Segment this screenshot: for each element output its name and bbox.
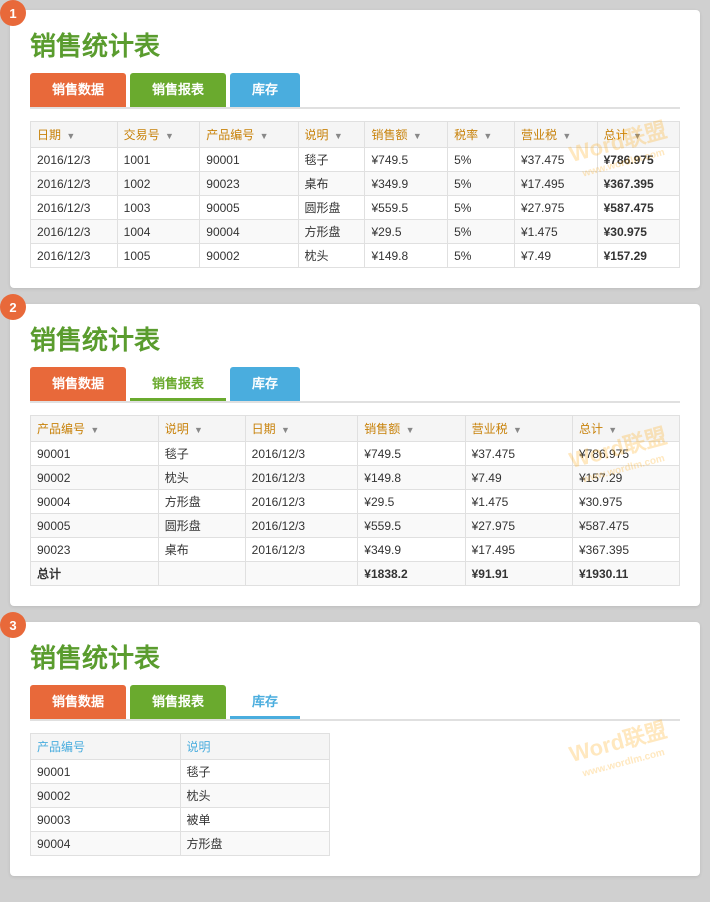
table-row: 2016/12/3100490004方形盘¥29.55%¥1.475¥30.97… <box>31 220 680 244</box>
dropdown-arrow[interactable]: ▼ <box>66 131 75 141</box>
table-row: 2016/12/3100390005圆形盘¥559.55%¥27.975¥587… <box>31 196 680 220</box>
col-prod: 产品编号 <box>31 734 181 760</box>
watermark-3: Word联盟 www.wordlm.com <box>567 716 674 782</box>
col-sales: 销售额 ▼ <box>358 416 465 442</box>
table-row: 90004方形盘 <box>31 832 330 856</box>
col-prod: 产品编号 ▼ <box>31 416 159 442</box>
section-1-tabs: 销售数据 销售报表 库存 <box>30 73 680 109</box>
dropdown-arrow[interactable]: ▼ <box>260 131 269 141</box>
section-1-table: 日期 ▼ 交易号 ▼ 产品编号 ▼ 说明 ▼ 销售额 ▼ 税率 ▼ 营业税 ▼ … <box>30 121 680 268</box>
col-total: 总计 ▼ <box>572 416 679 442</box>
dropdown-arrow[interactable]: ▼ <box>406 425 415 435</box>
watermark-line1: Word联盟 <box>567 717 670 767</box>
col-desc: 说明 ▼ <box>298 122 365 148</box>
col-date: 日期 ▼ <box>31 122 118 148</box>
tab-2-sales-report[interactable]: 销售报表 <box>130 367 226 401</box>
table-row: 90002枕头2016/12/3¥149.8¥7.49¥157.29 <box>31 466 680 490</box>
section-1: 1 销售统计表 销售数据 销售报表 库存 日期 ▼ 交易号 ▼ 产品编号 ▼ 说… <box>10 10 700 288</box>
section-3-table: 产品编号 说明 90001毯子 90002枕头 90003被单 90004方形盘 <box>30 733 330 856</box>
table-row: 2016/12/3100290023桌布¥349.95%¥17.495¥367.… <box>31 172 680 196</box>
section-2-tabs: 销售数据 销售报表 库存 <box>30 367 680 403</box>
section-2-title: 销售统计表 <box>30 320 680 357</box>
table-row: 90001毯子2016/12/3¥749.5¥37.475¥786.975 <box>31 442 680 466</box>
dropdown-arrow[interactable]: ▼ <box>413 131 422 141</box>
total-row: 总计¥1838.2¥91.91¥1930.11 <box>31 562 680 586</box>
tab-3-sales-data[interactable]: 销售数据 <box>30 685 126 719</box>
col-sales: 销售额 ▼ <box>365 122 448 148</box>
tab-2-sales-data[interactable]: 销售数据 <box>30 367 126 401</box>
section-3: 3 销售统计表 销售数据 销售报表 库存 产品编号 说明 90001毯子 900… <box>10 622 700 876</box>
section-2-table: 产品编号 ▼ 说明 ▼ 日期 ▼ 销售额 ▼ 营业税 ▼ 总计 ▼ 90001毯… <box>30 415 680 586</box>
col-date: 日期 ▼ <box>245 416 358 442</box>
table-row: 90004方形盘2016/12/3¥29.5¥1.475¥30.975 <box>31 490 680 514</box>
tab-1-sales-data[interactable]: 销售数据 <box>30 73 126 107</box>
watermark-line2: www.wordlm.com <box>574 744 674 782</box>
col-biz-tax: 营业税 ▼ <box>465 416 572 442</box>
table-row: 90001毯子 <box>31 760 330 784</box>
tab-2-inventory[interactable]: 库存 <box>230 367 300 401</box>
section-3-tabs: 销售数据 销售报表 库存 <box>30 685 680 721</box>
section-3-title: 销售统计表 <box>30 638 680 675</box>
section-number-2: 2 <box>0 294 26 320</box>
col-desc: 说明 <box>180 734 330 760</box>
col-total: 总计 ▼ <box>597 122 679 148</box>
dropdown-arrow[interactable]: ▼ <box>483 131 492 141</box>
dropdown-arrow[interactable]: ▼ <box>194 425 203 435</box>
tab-1-inventory[interactable]: 库存 <box>230 73 300 107</box>
tab-3-inventory[interactable]: 库存 <box>230 685 300 719</box>
dropdown-arrow[interactable]: ▼ <box>281 425 290 435</box>
section-2: 2 销售统计表 销售数据 销售报表 库存 产品编号 ▼ 说明 ▼ 日期 ▼ 销售… <box>10 304 700 606</box>
table-row: 2016/12/3100190001毯子¥749.55%¥37.475¥786.… <box>31 148 680 172</box>
section-number-1: 1 <box>0 0 26 26</box>
col-tax-rate: 税率 ▼ <box>448 122 515 148</box>
tab-3-sales-report[interactable]: 销售报表 <box>130 685 226 719</box>
col-prod: 产品编号 ▼ <box>200 122 298 148</box>
table-row: 90023桌布2016/12/3¥349.9¥17.495¥367.395 <box>31 538 680 562</box>
dropdown-arrow[interactable]: ▼ <box>633 131 642 141</box>
dropdown-arrow[interactable]: ▼ <box>334 131 343 141</box>
col-desc: 说明 ▼ <box>158 416 245 442</box>
dropdown-arrow[interactable]: ▼ <box>90 425 99 435</box>
section-1-title: 销售统计表 <box>30 26 680 63</box>
section-number-3: 3 <box>0 612 26 638</box>
col-biz-tax: 营业税 ▼ <box>515 122 598 148</box>
table-row: 90003被单 <box>31 808 330 832</box>
table-row: 2016/12/3100590002枕头¥149.85%¥7.49¥157.29 <box>31 244 680 268</box>
col-txn: 交易号 ▼ <box>117 122 200 148</box>
tab-1-sales-report[interactable]: 销售报表 <box>130 73 226 107</box>
table-row: 90005圆形盘2016/12/3¥559.5¥27.975¥587.475 <box>31 514 680 538</box>
dropdown-arrow[interactable]: ▼ <box>562 131 571 141</box>
dropdown-arrow[interactable]: ▼ <box>513 425 522 435</box>
dropdown-arrow[interactable]: ▼ <box>165 131 174 141</box>
table-row: 90002枕头 <box>31 784 330 808</box>
dropdown-arrow[interactable]: ▼ <box>608 425 617 435</box>
